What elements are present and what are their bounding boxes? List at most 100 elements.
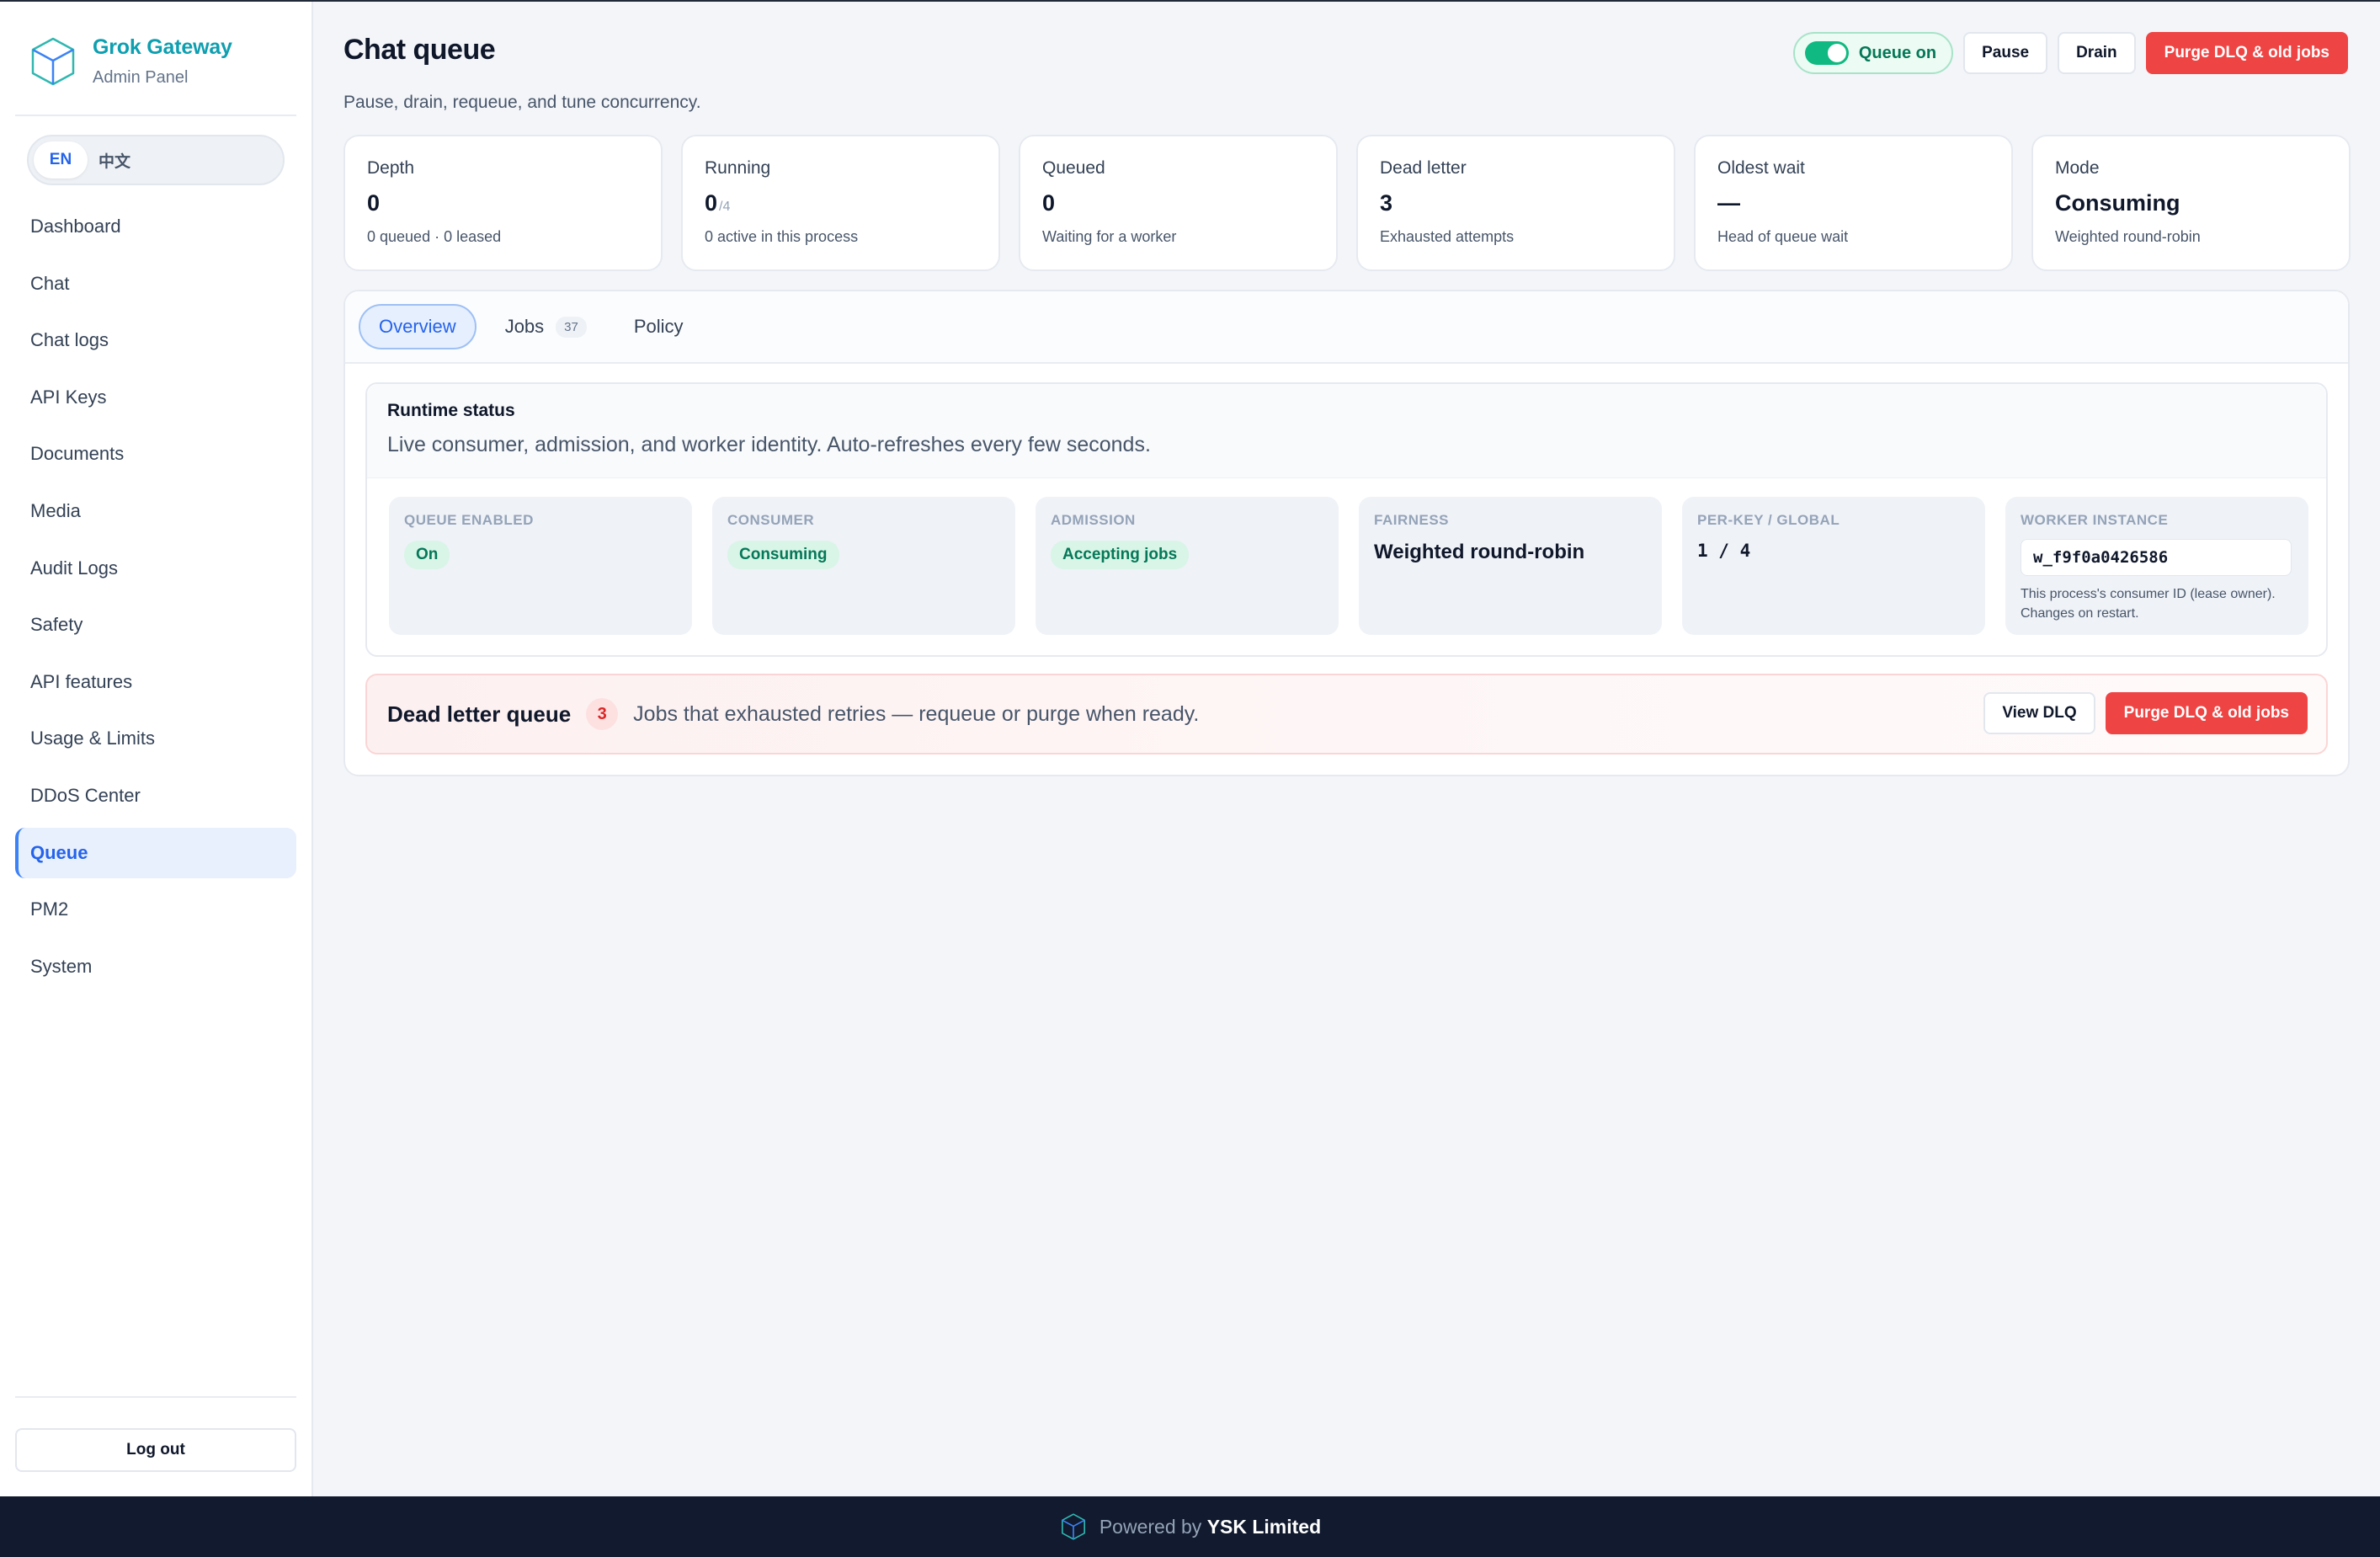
runtime-value: Weighted round-robin [1374,541,1585,563]
sidebar-item-chat-logs[interactable]: Chat logs [15,315,296,365]
stat-sub: 0 active in this process [705,228,859,245]
runtime-cell-queue-enabled: QUEUE ENABLED On [389,497,692,635]
stat-suffix: /4 [719,200,731,214]
stat-card-dead-letter: Dead letter 3 Exhausted attempts [1356,135,1675,271]
runtime-cell-worker-instance: WORKER INSTANCE w_f9f0a0426586 This proc… [2005,497,2308,635]
sidebar-item-dashboard[interactable]: Dashboard [15,201,296,252]
cube-icon [1061,1513,1085,1540]
purge-button[interactable]: Purge DLQ & old jobs [2145,32,2348,74]
language-switcher: EN 中文 [27,135,285,185]
brand[interactable]: Grok Gateway Admin Panel [27,35,232,88]
sidebar-item-media[interactable]: Media [15,486,296,536]
stat-value: 0 [705,190,718,216]
header-actions: Queue on Pause Drain Purge DLQ & old job… [1792,32,2348,74]
dlq-purge-button[interactable]: Purge DLQ & old jobs [2105,692,2308,734]
stat-sub: Exhausted attempts [1380,228,1515,245]
dlq-description: Jobs that exhausted retries — requeue or… [633,701,1200,726]
tab-label: Policy [633,316,684,337]
sidebar-item-audit-logs[interactable]: Audit Logs [15,543,296,594]
queue-toggle[interactable]: Queue on [1792,32,1954,74]
stat-sub: 0 queued · 0 leased [367,228,502,245]
stat-card-mode: Mode Consuming Weighted round-robin [2031,135,2351,271]
tab-label: Jobs [504,316,545,337]
runtime-label: FAIRNESS [1374,512,1450,528]
status-badge: Consuming [727,541,839,569]
runtime-label: WORKER INSTANCE [2021,512,2169,528]
runtime-label: CONSUMER [727,512,815,528]
dlq-title: Dead letter queue [387,701,572,727]
cube-icon [31,37,75,86]
brand-subtitle: Admin Panel [93,68,189,87]
runtime-cell-admission: ADMISSION Accepting jobs [1036,497,1339,635]
sidebar-item-chat[interactable]: Chat [15,259,296,309]
queue-panel: Overview Jobs 37 Policy Runtime status Li… [343,290,2350,776]
stat-value: 3 [1380,190,1393,216]
stat-label: Oldest wait [1717,158,1805,178]
dlq-count-badge: 3 [586,698,619,730]
tab-overview[interactable]: Overview [359,304,477,349]
runtime-cell-consumer: CONSUMER Consuming [712,497,1015,635]
sidebar-item-queue[interactable]: Queue [15,827,296,878]
stats-row: Depth 0 0 queued · 0 leased Running 0/4 … [343,135,2351,271]
dead-letter-queue-bar: Dead letter queue 3 Jobs that exhausted … [365,674,2328,755]
runtime-status-card: Runtime status Live consumer, admission,… [365,382,2328,657]
footer-prefix: Powered by [1099,1515,1202,1538]
brand-title: Grok Gateway [93,35,232,59]
page-title: Chat queue [343,34,496,66]
tab-label: Overview [379,316,456,337]
sidebar-item-system[interactable]: System [15,941,296,992]
stat-card-depth: Depth 0 0 queued · 0 leased [343,135,663,271]
status-badge: On [404,541,450,569]
main-content: Chat queue Pause, drain, requeue, and tu… [313,2,2380,1496]
stat-value: Consuming [2055,190,2180,216]
tab-bar: Overview Jobs 37 Policy [345,291,2348,364]
status-badge: Accepting jobs [1051,541,1190,569]
language-option-en[interactable]: EN [34,141,88,179]
stat-label: Mode [2055,158,2100,178]
stat-card-queued: Queued 0 Waiting for a worker [1019,135,1338,271]
runtime-title: Runtime status [387,401,515,420]
worker-note: This process's consumer ID (lease owner)… [2021,587,2276,621]
sidebar-nav: Dashboard Chat Chat logs API Keys Docume… [15,201,296,998]
runtime-label: ADMISSION [1051,512,1136,528]
runtime-value: 1 / 4 [1697,541,1751,561]
language-option-zh[interactable]: 中文 [88,141,141,179]
sidebar-item-ddos-center[interactable]: DDoS Center [15,771,296,821]
runtime-label: QUEUE ENABLED [404,512,534,528]
queue-toggle-label: Queue on [1858,43,1937,62]
sidebar-item-api-features[interactable]: API features [15,657,296,707]
sidebar-divider-bottom [15,1396,296,1398]
stat-label: Dead letter [1380,158,1467,178]
sidebar-item-pm2[interactable]: PM2 [15,884,296,935]
stat-value: 0 [367,190,381,216]
stat-label: Queued [1042,158,1105,178]
runtime-cell-fairness: FAIRNESS Weighted round-robin [1359,497,1662,635]
tab-policy[interactable]: Policy [615,304,702,349]
stat-label: Running [705,158,771,178]
sidebar-item-api-keys[interactable]: API Keys [15,372,296,423]
view-dlq-button[interactable]: View DLQ [1983,692,2095,734]
runtime-grid: QUEUE ENABLED On CONSUMER Consuming ADMI… [389,497,2308,635]
footer-company-link[interactable]: YSK Limited [1207,1516,1321,1538]
stat-sub: Weighted round-robin [2055,228,2201,245]
sidebar: Grok Gateway Admin Panel EN 中文 Dashboard… [0,2,313,1496]
tab-jobs[interactable]: Jobs 37 [487,304,605,349]
runtime-cell-per-key-global: PER-KEY / GLOBAL 1 / 4 [1682,497,1985,635]
sidebar-item-safety[interactable]: Safety [15,600,296,650]
logout-button[interactable]: Log out [15,1428,296,1472]
pause-button[interactable]: Pause [1963,32,2048,74]
stat-value: 0 [1042,190,1056,216]
stat-value: — [1717,190,1740,216]
sidebar-item-usage-limits[interactable]: Usage & Limits [15,713,296,764]
stat-card-running: Running 0/4 0 active in this process [681,135,1000,271]
jobs-count-badge: 37 [556,316,587,338]
sidebar-item-documents[interactable]: Documents [15,429,296,479]
stat-sub: Waiting for a worker [1042,228,1177,245]
runtime-description: Live consumer, admission, and worker ide… [387,433,1151,456]
runtime-label: PER-KEY / GLOBAL [1697,512,1840,528]
drain-button[interactable]: Drain [2058,32,2136,74]
page-subtitle: Pause, drain, requeue, and tune concurre… [343,93,701,112]
worker-id-field[interactable]: w_f9f0a0426586 [2021,539,2292,576]
stat-sub: Head of queue wait [1717,228,1849,245]
sidebar-divider [15,115,296,116]
